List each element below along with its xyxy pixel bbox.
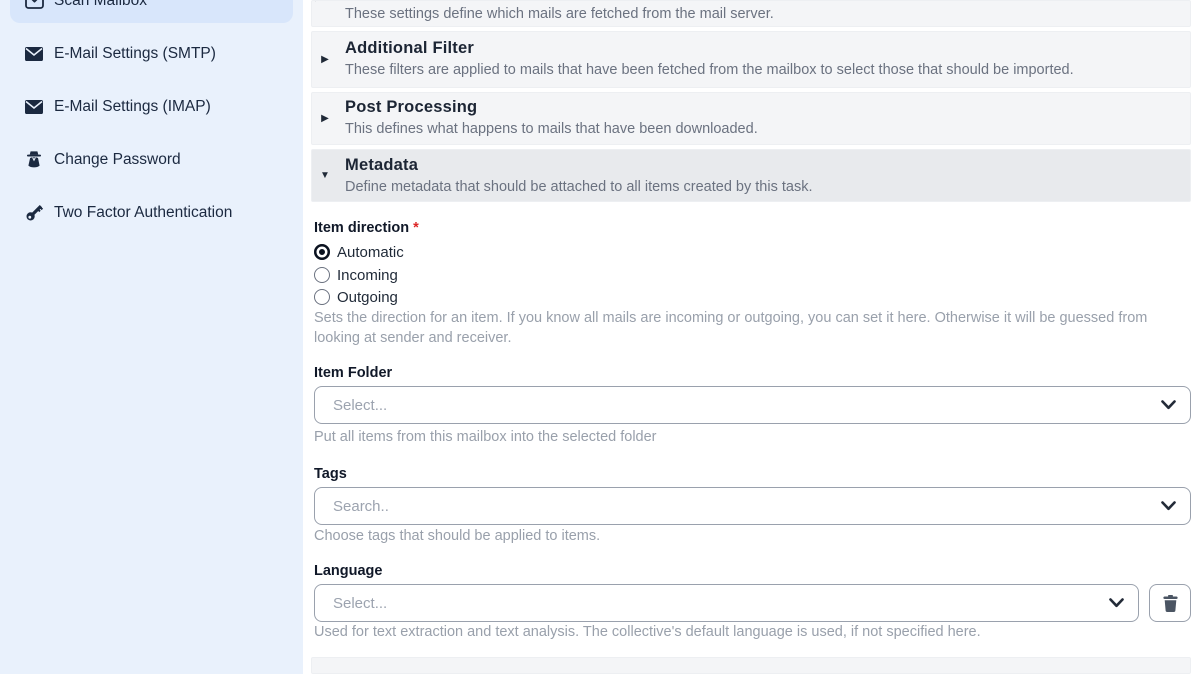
settings-content: These settings define which mails are fe… [311,0,1191,674]
select-placeholder: Select... [333,397,1161,414]
radio-label: Automatic [337,244,404,261]
section-title: Metadata [345,155,1190,176]
sidebar-item-label: E-Mail Settings (SMTP) [54,45,216,63]
tags-label: Tags [314,466,347,482]
section-description: These filters are applied to mails that … [345,60,1190,80]
clear-language-button[interactable] [1149,584,1191,622]
caret-down-icon [320,171,330,181]
sidebar-item-label: E-Mail Settings (IMAP) [54,98,211,116]
select-placeholder: Select... [333,595,1109,612]
sidebar: Scan Mailbox E-Mail Settings (SMTP) E-Ma… [0,0,303,674]
scan-mailbox-settings-page: Scan Mailbox E-Mail Settings (SMTP) E-Ma… [0,0,1200,674]
radio-label: Outgoing [337,289,398,306]
tags-help: Choose tags that should be applied to it… [314,527,1193,547]
sidebar-item-label: Change Password [54,151,181,169]
item-folder-select[interactable]: Select... [314,386,1191,424]
radio-incoming[interactable]: Incoming [314,266,398,284]
radio-circle-checked[interactable] [314,244,330,260]
caret-right-icon [321,55,329,65]
item-folder-help: Put all items from this mailbox into the… [314,428,1193,448]
caret-col [312,1,338,26]
radio-circle[interactable] [314,289,330,305]
select-placeholder: Search.. [333,498,1161,515]
language-help: Used for text extraction and text analys… [314,623,1193,643]
language-label: Language [314,563,382,579]
mail-check-icon [24,0,44,9]
sidebar-item-change-password[interactable]: Change Password [10,137,293,182]
section-post-processing[interactable]: Post Processing This defines what happen… [311,92,1191,145]
radio-circle[interactable] [314,267,330,283]
envelope-icon [24,100,44,114]
tags-select[interactable]: Search.. [314,487,1191,525]
section-title: Additional Filter [345,38,1190,59]
user-secret-icon [24,151,44,168]
sidebar-item-email-settings-imap[interactable]: E-Mail Settings (IMAP) [10,84,293,129]
sidebar-item-label: Scan Mailbox [54,0,147,10]
radio-label: Incoming [337,267,398,284]
chevron-down-icon [1161,400,1176,410]
sidebar-item-email-settings-smtp[interactable]: E-Mail Settings (SMTP) [10,31,293,76]
item-direction-label: Item direction* [314,220,419,236]
next-section-partial[interactable] [311,657,1191,674]
chevron-down-icon [1109,598,1124,608]
caret-right-icon [321,114,329,124]
caret-right-icon [315,0,323,3]
radio-automatic[interactable]: Automatic [314,243,404,261]
language-select[interactable]: Select... [314,584,1139,622]
section-additional-filter[interactable]: Additional Filter These filters are appl… [311,31,1191,88]
item-folder-label: Item Folder [314,365,392,381]
item-direction-help: Sets the direction for an item. If you k… [314,309,1193,348]
radio-outgoing[interactable]: Outgoing [314,288,398,306]
trash-icon [1163,595,1178,612]
required-marker: * [413,220,419,236]
envelope-icon [24,47,44,61]
section-metadata[interactable]: Metadata Define metadata that should be … [311,149,1191,202]
sidebar-item-two-factor-auth[interactable]: Two Factor Authentication [10,190,293,235]
section-description: This defines what happens to mails that … [345,119,1190,139]
section-title: Post Processing [345,97,1190,118]
sidebar-item-label: Two Factor Authentication [54,204,232,222]
sidebar-item-scan-mailbox[interactable]: Scan Mailbox [10,0,293,23]
key-icon [24,204,44,221]
section-mail-fetch[interactable]: These settings define which mails are fe… [311,0,1191,27]
chevron-down-icon [1161,501,1176,511]
section-description: Define metadata that should be attached … [345,177,1190,197]
section-description: These settings define which mails are fe… [345,4,1190,24]
